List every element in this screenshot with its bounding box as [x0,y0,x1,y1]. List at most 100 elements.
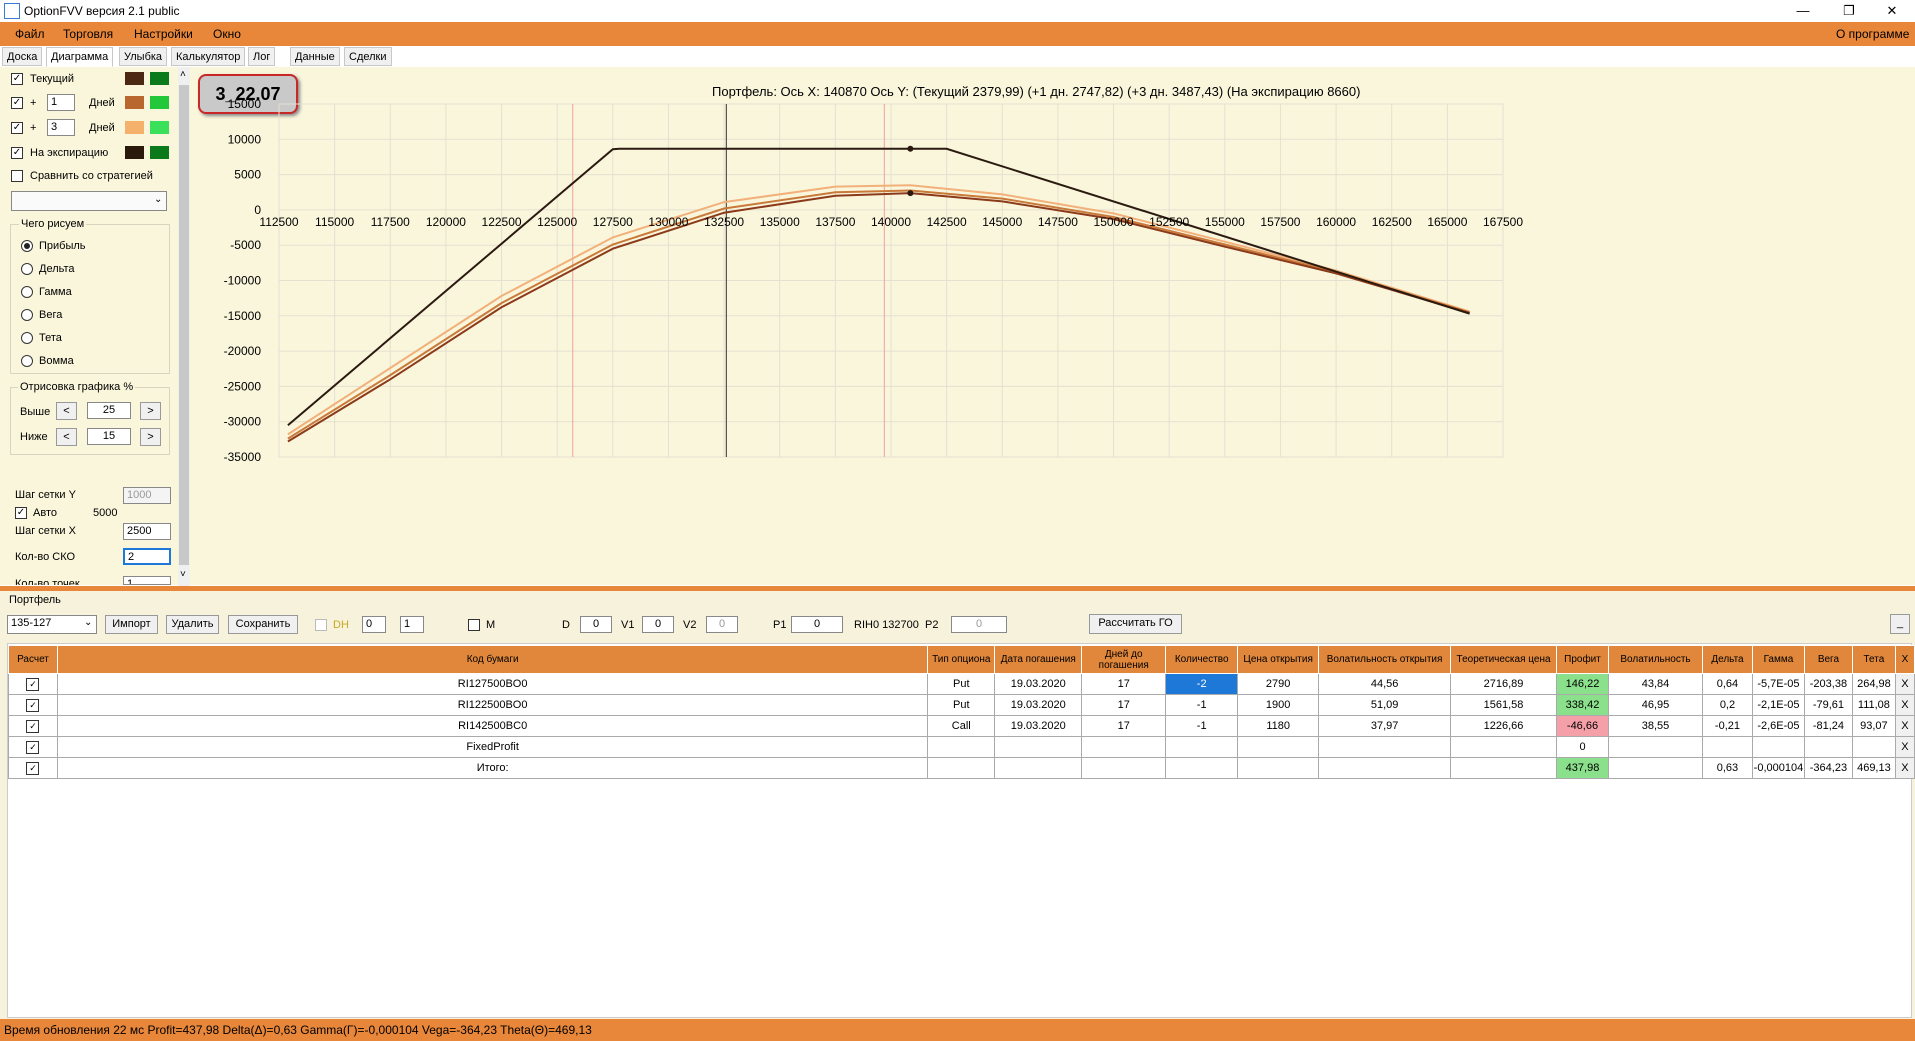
table-cell[interactable] [1165,736,1239,758]
column-header[interactable]: Цена открытия [1237,645,1320,674]
tab-diagram[interactable]: Диаграмма [46,47,114,67]
menu-settings[interactable]: Настройки [134,27,193,41]
calc-checkbox-cell[interactable]: ✓ [8,673,58,695]
column-header[interactable]: Вега [1803,645,1853,674]
expiry-color-swatch[interactable] [125,146,144,159]
days2-input[interactable]: 3 [47,119,75,136]
column-header[interactable]: Дней до погашения [1081,645,1167,674]
calc-checkbox-cell[interactable]: ✓ [8,757,58,779]
radio-profit[interactable] [21,240,33,252]
d-input[interactable]: 0 [580,616,612,633]
dh-b-input[interactable]: 1 [400,616,424,633]
tab-board[interactable]: Доска [2,47,43,66]
v1-input[interactable]: 0 [642,616,674,633]
current-color-swatch[interactable] [125,72,144,85]
p2-input[interactable]: 0 [951,616,1007,633]
plus3-color-swatch-2[interactable] [150,121,169,134]
minimize-panel-button[interactable]: _ [1890,614,1910,634]
table-row[interactable]: ✓ FixedProfit 0 X [8,736,1915,758]
left-scrollbar-track[interactable]: ˄ ˅ [178,67,190,585]
menu-file[interactable]: Файл [15,27,45,41]
dh-a-input[interactable]: 0 [362,616,386,633]
p1-input[interactable]: 0 [791,616,843,633]
plus1-color-swatch[interactable] [125,96,144,109]
remove-row-button[interactable]: X [1894,673,1915,695]
tab-deals[interactable]: Сделки [344,47,392,66]
grid-x-input[interactable]: 2500 [123,523,171,540]
auto-checkbox[interactable]: ✓ [15,507,27,519]
column-header[interactable]: Дата погашения [994,645,1083,674]
points-input[interactable]: 1 [123,576,171,585]
column-header[interactable]: Гамма [1751,645,1805,674]
table-row[interactable]: ✓ Итого: 437,98 0,63 -0,000104 -364,23 469,13 X [8,757,1915,779]
column-header[interactable]: Дельта [1701,645,1753,674]
scroll-thumb[interactable] [179,85,189,565]
tab-smile[interactable]: Улыбка [119,47,168,66]
column-header[interactable]: X [1894,645,1915,674]
maximize-button[interactable]: ❐ [1826,0,1872,22]
close-button[interactable]: ✕ [1869,0,1915,22]
column-header[interactable]: Теоретическая цена [1450,645,1558,674]
scroll-up-icon[interactable]: ˄ [180,69,186,80]
remove-row-button[interactable]: X [1894,715,1915,737]
above-input[interactable]: 25 [87,402,131,419]
above-increase-button[interactable]: > [140,402,161,420]
calc-go-button[interactable]: Рассчитать ГО [1089,614,1182,634]
plus1-color-swatch-2[interactable] [150,96,169,109]
current-checkbox[interactable]: ✓ [11,73,23,85]
plus3-checkbox[interactable]: ✓ [11,122,23,134]
column-header[interactable]: Тип опциона [927,645,996,674]
column-header[interactable]: Тета [1851,645,1896,674]
compare-checkbox[interactable] [11,170,23,182]
tab-log[interactable]: Лог [248,47,276,66]
tab-calculator[interactable]: Калькулятор [171,47,246,66]
days1-input[interactable]: 1 [47,94,75,111]
below-input[interactable]: 15 [87,428,131,445]
column-header[interactable]: Код бумаги [56,645,929,674]
calc-checkbox-cell[interactable]: ✓ [8,715,58,737]
dh-checkbox[interactable] [315,619,327,631]
radio-theta[interactable] [21,332,33,344]
expiry-checkbox[interactable]: ✓ [11,147,23,159]
table-cell[interactable] [1165,757,1239,779]
scroll-down-icon[interactable]: ˅ [180,569,186,580]
plus1-checkbox[interactable]: ✓ [11,97,23,109]
m-checkbox[interactable] [468,619,480,631]
calc-checkbox[interactable]: ✓ [26,677,40,691]
current-color-swatch-2[interactable] [150,72,169,85]
calc-checkbox-cell[interactable]: ✓ [8,736,58,758]
save-button[interactable]: Сохранить [228,615,298,634]
table-cell[interactable]: -2 [1165,673,1239,695]
column-header[interactable]: Расчет [8,645,58,674]
v2-input[interactable]: 0 [706,616,738,633]
tab-data[interactable]: Данные [290,47,340,66]
above-decrease-button[interactable]: < [56,402,77,420]
menu-window[interactable]: Окно [213,27,241,41]
column-header[interactable]: Профит [1556,645,1609,674]
minimize-button[interactable]: — [1780,0,1826,22]
menu-trading[interactable]: Торговля [63,27,113,41]
delete-button[interactable]: Удалить [166,615,219,634]
expiry-color-swatch-2[interactable] [150,146,169,159]
strategy-select[interactable] [11,191,167,211]
calc-checkbox[interactable]: ✓ [26,761,40,775]
table-cell[interactable]: -1 [1165,715,1239,737]
below-increase-button[interactable]: > [140,428,161,446]
import-button[interactable]: Импорт [105,615,158,634]
radio-vomma[interactable] [21,355,33,367]
column-header[interactable]: Количество [1165,645,1239,674]
grid-y-input[interactable]: 1000 [123,487,171,504]
below-decrease-button[interactable]: < [56,428,77,446]
plus3-color-swatch[interactable] [125,121,144,134]
radio-vega[interactable] [21,309,33,321]
table-cell[interactable]: -1 [1165,694,1239,716]
menu-about[interactable]: О программе [1836,27,1909,41]
radio-delta[interactable] [21,263,33,275]
table-row[interactable]: ✓ RI122500BO0 Put 19.03.2020 17 -1 1900 51,09 15… [8,694,1915,716]
table-row[interactable]: ✓ RI142500BC0 Call 19.03.2020 17 -1 1180 37,97 1… [8,715,1915,737]
calc-checkbox[interactable]: ✓ [26,719,40,733]
sko-input[interactable]: 2 [123,548,171,565]
column-header[interactable]: Волатильность [1608,645,1703,674]
calc-checkbox[interactable]: ✓ [26,698,40,712]
remove-row-button[interactable]: X [1894,736,1915,758]
